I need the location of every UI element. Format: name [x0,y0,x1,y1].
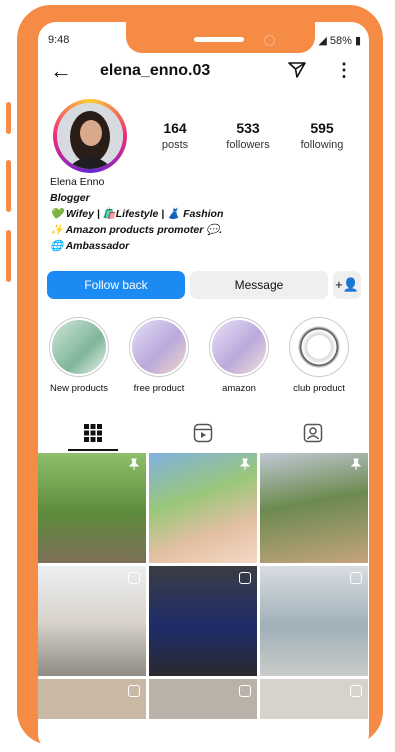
highlight-cover [49,317,109,377]
stat-following-count: 595 [310,120,334,136]
more-options-icon[interactable]: ⋮ [335,60,353,81]
reel-icon [350,572,362,584]
highlight-free-product[interactable]: free product [124,317,194,394]
profile-avatar[interactable] [53,99,127,173]
highlight-new-products[interactable]: New products [44,317,114,394]
phone-side-button-3 [6,230,11,282]
post-thumbnail[interactable] [38,453,146,563]
post-thumbnail[interactable] [149,453,257,563]
post-thumbnail[interactable] [149,566,257,676]
post-thumbnail[interactable] [260,566,368,676]
profile-top-bar: ← elena_enno.03 ⋮ [38,58,369,88]
stat-following-label: following [300,139,344,151]
speaker-pill [194,37,244,42]
bio-line: 🌐 Ambassador [50,240,130,252]
profile-username: elena_enno.03 [100,62,211,79]
stat-posts-count: 164 [163,120,187,136]
highlight-label: free product [133,383,185,394]
grid-icon [84,424,102,442]
camera-dot [264,35,275,46]
reel-icon [239,572,251,584]
bio-line: 💚 Wifey | 🛍️Lifestyle | 👗 Fashion [50,208,224,220]
back-arrow-icon[interactable]: ← [50,60,72,82]
post-thumbnail[interactable] [260,453,368,563]
phone-side-button-1 [6,102,11,134]
reel-icon [239,685,251,697]
highlight-partial[interactable] [364,317,369,377]
phone-notch [126,12,315,53]
post-thumbnail[interactable] [260,679,368,719]
pinned-icon [239,458,251,470]
follow-back-button[interactable]: Follow back [47,271,185,299]
profile-tabs [38,417,369,451]
profile-category: Blogger [50,192,90,204]
highlight-label: club product [293,383,345,394]
stat-followers-count: 533 [236,120,260,136]
stat-followers-label: followers [226,139,270,151]
profile-display-name: Elena Enno [50,176,105,188]
highlight-amazon[interactable]: amazon [204,317,274,394]
stat-following[interactable]: 595 following [287,120,357,151]
tab-grid[interactable] [38,417,148,449]
battery-percent: 58% [329,35,352,47]
bio-line: ✨ Amazon products promoter 💬. [50,224,223,236]
send-icon[interactable] [288,62,306,83]
highlight-cover [209,317,269,377]
tab-reels[interactable] [148,417,258,449]
post-thumbnail[interactable] [149,679,257,719]
reel-icon [128,572,140,584]
reels-icon [193,423,213,443]
tab-tagged[interactable] [258,417,368,449]
avatar-photo [57,103,123,169]
stat-posts-label: posts [161,139,189,151]
highlight-label: amazon [222,383,256,394]
highlight-cover [289,317,349,377]
post-thumbnail[interactable] [38,679,146,719]
active-tab-indicator [68,449,118,451]
status-battery: ◢ 58% ▮ [318,35,361,47]
reel-icon [128,685,140,697]
reel-icon [350,685,362,697]
tagged-icon [303,423,323,443]
post-thumbnail[interactable] [38,566,146,676]
message-button[interactable]: Message [190,271,328,299]
highlight-cover [129,317,189,377]
pinned-icon [128,458,140,470]
status-time: 9:48 [48,34,70,46]
highlight-club-product[interactable]: club product [284,317,354,394]
phone-side-button-2 [6,160,11,212]
highlight-label: New products [49,383,109,394]
pinned-icon [350,458,362,470]
stat-followers[interactable]: 533 followers [213,120,283,151]
add-person-icon[interactable]: +👤 [333,271,361,299]
stat-posts[interactable]: 164 posts [140,120,210,151]
app-screen: 9:48 ◢ 58% ▮ ← elena_enno.03 ⋮ 164 posts… [38,22,369,752]
profile-bio: Elena Enno Blogger 💚 Wifey | 🛍️Lifestyle… [50,174,360,254]
